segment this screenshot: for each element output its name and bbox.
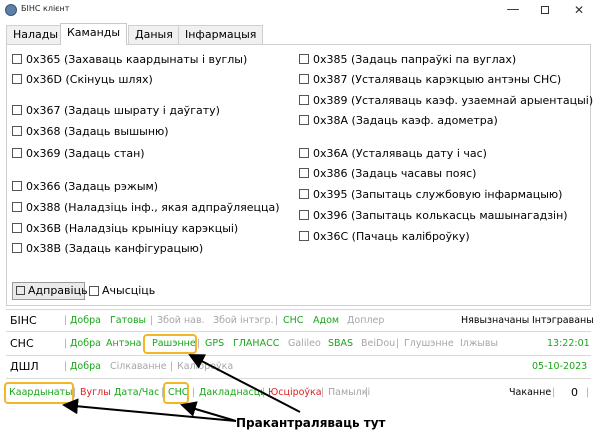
annotation-label: Пракантраляваць тут — [236, 416, 386, 430]
tab-commands[interactable]: Каманды — [60, 23, 128, 45]
annotation-arrows — [62, 354, 301, 422]
arrow-to-solution — [188, 354, 301, 413]
